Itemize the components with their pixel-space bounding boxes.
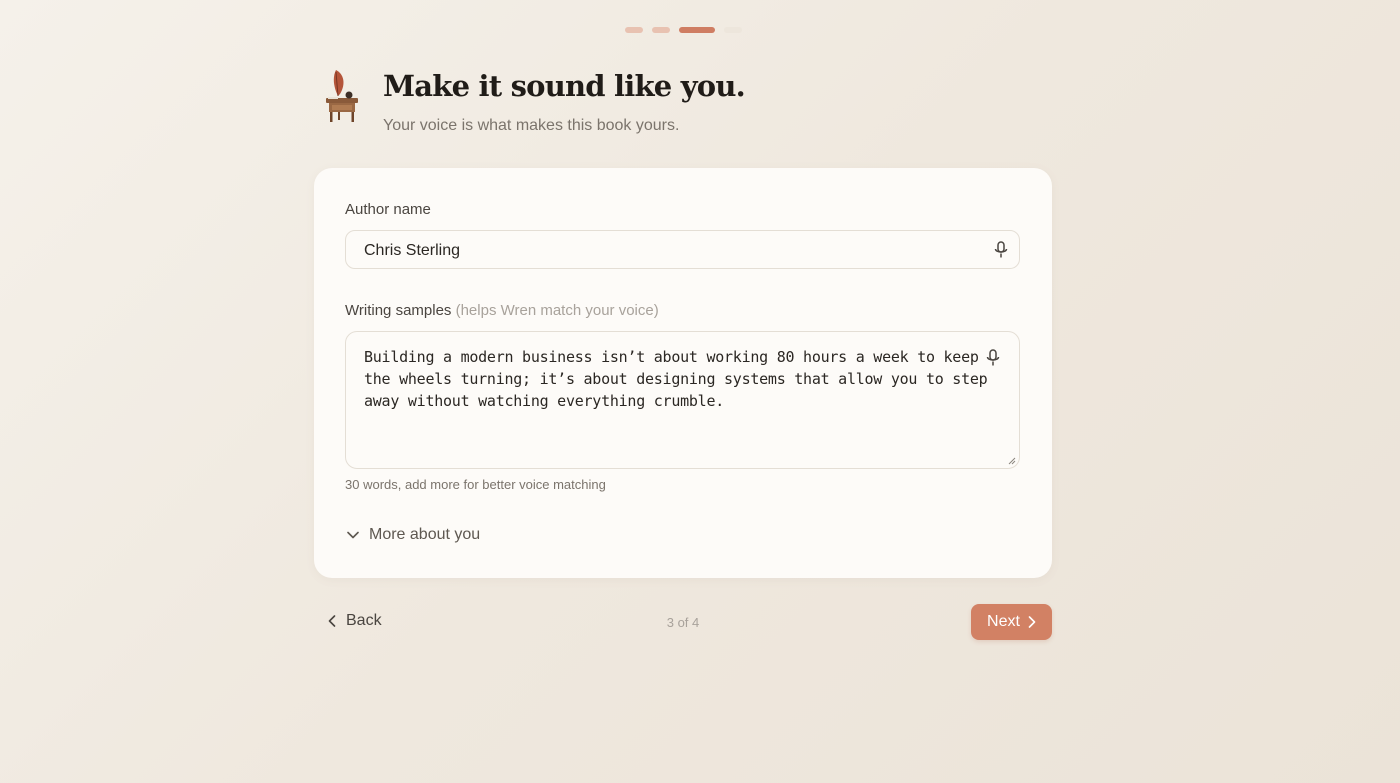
writing-samples-textarea[interactable]: Building a modern business isn’t about w…	[345, 331, 1020, 469]
progress-step-2	[652, 27, 670, 33]
chevron-right-icon	[1028, 616, 1036, 628]
progress-step-1	[625, 27, 643, 33]
microphone-icon[interactable]	[994, 241, 1008, 259]
page-subtitle: Your voice is what makes this book yours…	[383, 117, 680, 134]
resize-handle-icon[interactable]	[1008, 457, 1016, 465]
author-name-input[interactable]: Chris Sterling	[345, 230, 1020, 269]
word-count-hint: 30 words, add more for better voice matc…	[345, 477, 606, 492]
header-text: Make it sound like you. Your voice is wh…	[383, 68, 746, 135]
next-button[interactable]: Next	[971, 604, 1052, 640]
progress-steps	[625, 27, 742, 33]
page-indicator: 3 of 4	[666, 615, 700, 630]
writing-samples-label: Writing samples (helps Wren match your v…	[345, 302, 659, 319]
progress-step-4	[724, 27, 742, 33]
more-about-you-toggle[interactable]: More about you	[347, 526, 480, 544]
next-button-label: Next	[987, 613, 1020, 630]
writing-samples-value: Building a modern business isn’t about w…	[364, 348, 988, 410]
chevron-down-icon	[347, 531, 359, 539]
writing-samples-hint: (helps Wren match your voice)	[455, 302, 659, 319]
author-name-label: Author name	[345, 201, 431, 218]
writing-samples-label-text: Writing samples	[345, 302, 452, 319]
progress-step-3	[679, 27, 715, 33]
more-about-you-label: More about you	[369, 526, 481, 543]
author-name-value: Chris Sterling	[364, 242, 461, 259]
form-card: Author name Chris Sterling Writing sampl…	[314, 168, 1052, 578]
onboarding-page: Make it sound like you. Your voice is wh…	[0, 0, 1400, 783]
page-header: Make it sound like you. Your voice is wh…	[322, 68, 746, 135]
microphone-icon[interactable]	[986, 349, 1000, 367]
quill-desk-icon	[326, 70, 358, 122]
page-title: Make it sound like you.	[383, 69, 746, 103]
